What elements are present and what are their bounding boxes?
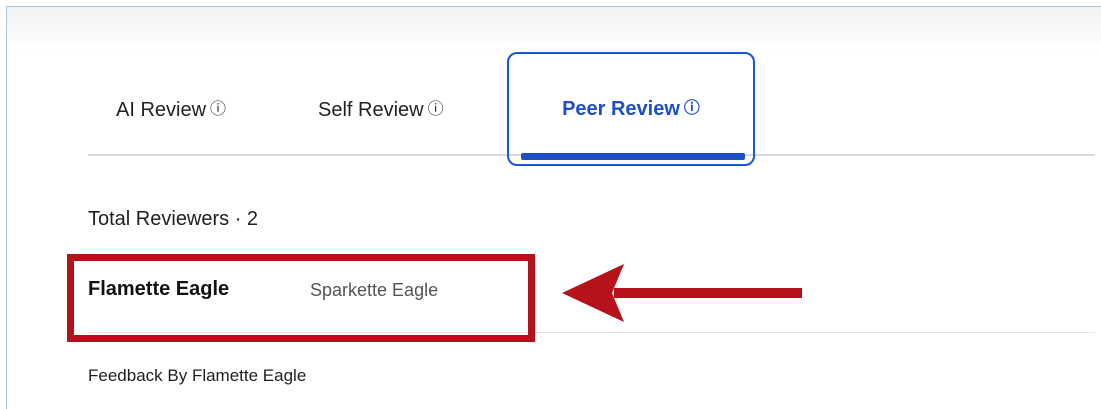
- active-tab-indicator: [521, 153, 745, 160]
- annotation-highlight-box: [67, 254, 535, 342]
- info-icon[interactable]: ⓘ: [210, 102, 226, 118]
- tab-label: AI Review: [116, 98, 207, 121]
- top-bar: [7, 7, 1101, 51]
- feedback-heading: Feedback By Flamette Eagle: [88, 366, 307, 385]
- tab-self-review[interactable]: Self Review ⓘ: [300, 52, 500, 168]
- annotation-arrow-icon: [562, 264, 802, 322]
- tab-ai-review[interactable]: AI Review ⓘ: [98, 52, 278, 168]
- tab-peer-review[interactable]: Peer Review ⓘ: [507, 52, 755, 166]
- info-icon[interactable]: ⓘ: [684, 101, 700, 117]
- total-reviewers-label: Total Reviewers · 2: [88, 208, 259, 230]
- info-icon[interactable]: ⓘ: [428, 102, 444, 118]
- tab-label: Self Review: [318, 98, 424, 121]
- tab-label: Peer Review: [562, 97, 680, 120]
